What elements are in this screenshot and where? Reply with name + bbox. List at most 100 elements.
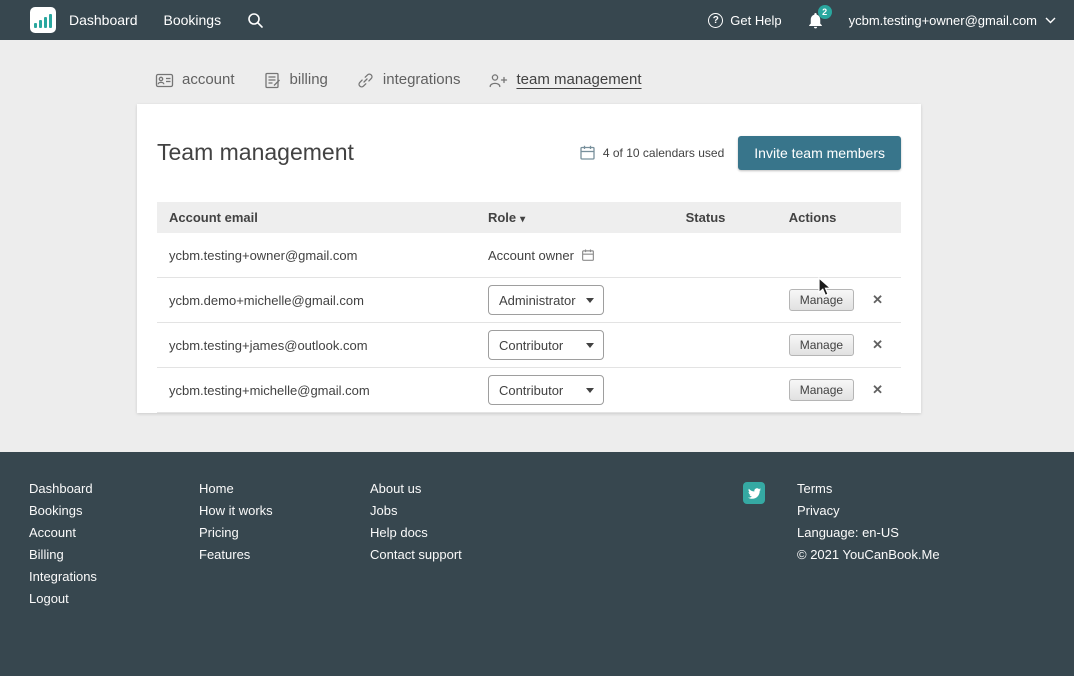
nav-dashboard-link[interactable]: Dashboard (69, 12, 138, 28)
calendar-icon (580, 146, 595, 161)
footer-jobs-link[interactable]: Jobs (370, 500, 462, 522)
member-email: ycbm.demo+michelle@gmail.com (157, 277, 476, 324)
table-row: ycbm.testing+james@outlook.com Contribut… (157, 322, 901, 369)
primary-nav: Dashboard Bookings (69, 12, 264, 29)
notification-badge: 2 (817, 4, 832, 19)
notifications-button[interactable]: 2 (806, 4, 832, 30)
page-footer: Dashboard Bookings Account Billing Integ… (0, 452, 1074, 676)
header-role-label: Role (487, 209, 517, 225)
calendar-icon (582, 249, 594, 261)
sort-caret-icon: ▾ (520, 213, 526, 225)
twitter-icon[interactable] (743, 482, 765, 504)
role-select-value: Administrator (498, 292, 576, 308)
footer-copyright: © 2021 YouCanBook.Me (797, 547, 940, 562)
logo-bar-icon (34, 23, 37, 28)
member-role: Account owner (488, 248, 662, 263)
header-role[interactable]: Role ▾ (476, 202, 674, 233)
nav-bookings-link[interactable]: Bookings (164, 12, 222, 28)
member-email: ycbm.testing+michelle@gmail.com (157, 367, 476, 414)
billing-document-icon (264, 72, 280, 88)
footer-about-us-link[interactable]: About us (370, 478, 462, 500)
footer-language-link[interactable]: Language: en-US (797, 522, 940, 544)
manage-button[interactable]: Manage (788, 289, 855, 312)
calendars-used-indicator: 4 of 10 calendars used (579, 144, 724, 161)
footer-privacy-link[interactable]: Privacy (797, 500, 940, 522)
footer-pricing-link[interactable]: Pricing (199, 522, 273, 544)
chevron-down-icon (585, 342, 594, 348)
footer-home-link[interactable]: Home (199, 478, 273, 500)
top-navbar: Dashboard Bookings ? Get Help 2 ycbm.tes… (0, 0, 1074, 40)
logo-bar-icon (44, 17, 47, 28)
member-status (673, 322, 777, 369)
get-help-label: Get Help (730, 12, 782, 28)
logo-bar-icon (39, 20, 42, 28)
table-row: ycbm.testing+owner@gmail.com Account own… (157, 232, 901, 279)
footer-contact-support-link[interactable]: Contact support (370, 544, 462, 566)
member-status (673, 277, 777, 324)
person-plus-icon (490, 73, 508, 87)
footer-terms-link[interactable]: Terms (797, 478, 940, 500)
app-logo[interactable] (30, 7, 56, 33)
footer-features-link[interactable]: Features (199, 544, 273, 566)
footer-company-column: About us Jobs Help docs Contact support (370, 478, 462, 566)
role-select[interactable]: Administrator (487, 285, 604, 316)
footer-nav-column: Dashboard Bookings Account Billing Integ… (29, 478, 97, 610)
table-header-row: Account email Role ▾ Status Actions (157, 201, 901, 233)
footer-legal-column: Terms Privacy Language: en-US © 2021 You… (797, 478, 940, 566)
table-row: ycbm.testing+michelle@gmail.com Contribu… (157, 367, 901, 414)
tab-integrations[interactable]: integrations (356, 70, 461, 90)
member-actions: Manage ✕ (788, 289, 889, 312)
role-select[interactable]: Contributor (487, 330, 604, 361)
footer-integrations-link[interactable]: Integrations (29, 566, 97, 588)
member-role-label: Account owner (487, 247, 574, 263)
logo-bar-icon (49, 14, 52, 28)
remove-member-icon[interactable]: ✕ (866, 381, 889, 399)
tab-integrations-label: integrations (382, 71, 461, 88)
team-members-table: Account email Role ▾ Status Actions ycbm.… (157, 201, 901, 414)
footer-how-it-works-link[interactable]: How it works (199, 500, 273, 522)
team-management-card: Team management 4 of 10 calendars used I… (137, 104, 921, 414)
tab-account[interactable]: account (155, 70, 235, 90)
member-actions (776, 232, 901, 279)
manage-button[interactable]: Manage (788, 334, 855, 357)
role-select-value: Contributor (498, 382, 564, 398)
footer-billing-link[interactable]: Billing (29, 544, 97, 566)
integrations-link-icon (358, 73, 373, 87)
get-help-link[interactable]: ? Get Help (708, 12, 782, 28)
role-select[interactable]: Contributor (487, 375, 604, 406)
footer-logout-link[interactable]: Logout (29, 588, 97, 610)
page-title: Team management (157, 139, 354, 166)
role-select-value: Contributor (498, 337, 564, 353)
member-actions: Manage ✕ (788, 379, 889, 402)
member-email: ycbm.testing+owner@gmail.com (157, 232, 476, 279)
footer-account-link[interactable]: Account (29, 522, 97, 544)
member-status (673, 232, 777, 279)
calendars-used-text: 4 of 10 calendars used (602, 145, 725, 160)
tab-billing-label: billing (289, 71, 328, 88)
member-status (673, 367, 777, 414)
search-icon[interactable] (247, 12, 264, 29)
member-email: ycbm.testing+james@outlook.com (157, 322, 476, 369)
remove-member-icon[interactable]: ✕ (866, 291, 889, 309)
footer-help-docs-link[interactable]: Help docs (370, 522, 462, 544)
member-actions: Manage ✕ (788, 334, 889, 357)
chevron-down-icon (1045, 17, 1056, 23)
tab-team-management[interactable]: team management (488, 70, 642, 90)
table-row: ycbm.demo+michelle@gmail.com Administrat… (157, 277, 901, 324)
tab-team-management-label: team management (516, 71, 642, 88)
manage-button[interactable]: Manage (788, 379, 855, 402)
question-mark-icon: ? (708, 12, 724, 28)
header-account-email: Account email (169, 209, 258, 225)
settings-tabs: account billing integrations team manage… (0, 40, 1074, 90)
footer-dashboard-link[interactable]: Dashboard (29, 478, 97, 500)
tab-billing[interactable]: billing (263, 70, 328, 90)
account-email: ycbm.testing+owner@gmail.com (848, 12, 1037, 28)
remove-member-icon[interactable]: ✕ (866, 336, 889, 354)
header-actions: Actions (788, 209, 837, 225)
footer-bookings-link[interactable]: Bookings (29, 500, 97, 522)
header-status: Status (685, 209, 726, 225)
account-card-icon (155, 73, 174, 87)
invite-team-members-button[interactable]: Invite team members (738, 135, 901, 170)
tab-account-label: account (182, 71, 235, 88)
account-menu[interactable]: ycbm.testing+owner@gmail.com (849, 13, 1056, 28)
